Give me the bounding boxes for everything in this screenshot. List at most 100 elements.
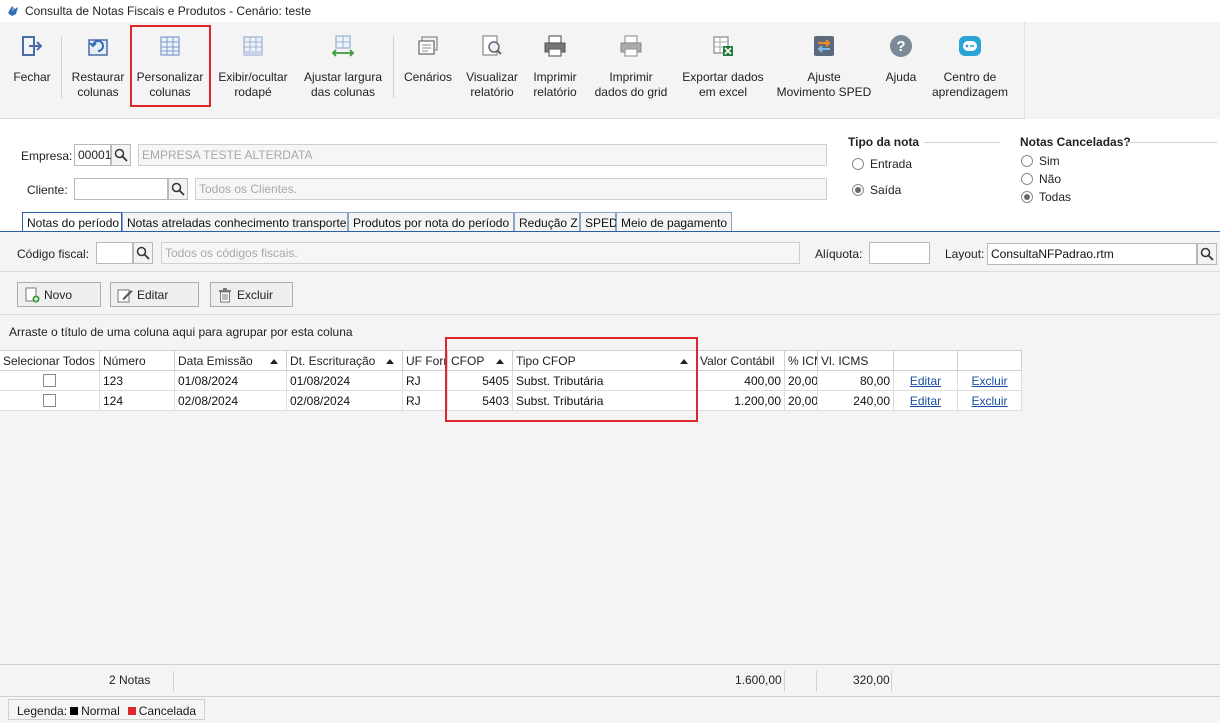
tab-sped[interactable]: SPED: [580, 212, 618, 232]
cell-dt-escrituracao: 02/08/2024: [287, 391, 403, 411]
codigo-fiscal-search-button[interactable]: [133, 242, 153, 264]
adjust-width-label-1: Ajustar largura: [303, 70, 383, 84]
radio-todas[interactable]: Todas: [1021, 190, 1071, 204]
radio-entrada[interactable]: Entrada: [852, 157, 912, 171]
search-icon: [136, 246, 150, 260]
notas-canceladas-title: Notas Canceladas?: [1020, 135, 1131, 149]
status-bar: Legenda: Normal Cancelada: [0, 696, 1220, 723]
row-edit-link[interactable]: Editar: [910, 374, 941, 388]
tab-meio-pagamento[interactable]: Meio de pagamento: [616, 212, 732, 232]
radio-entrada-label: Entrada: [870, 157, 913, 171]
cell-uf: RJ: [403, 371, 448, 391]
col-header-vl-icms[interactable]: Vl. ICMS: [818, 350, 894, 371]
new-button-label: Novo: [44, 287, 73, 302]
edit-icon: [117, 289, 133, 302]
aliquota-input[interactable]: [869, 242, 930, 264]
restore-columns-button[interactable]: Restaurar colunas: [67, 28, 129, 108]
col-header-numero[interactable]: Número: [100, 350, 175, 371]
cell-numero: 123: [100, 371, 175, 391]
radio-entrada-circle: [852, 158, 864, 170]
adjust-sped-label-2: Movimento SPED: [776, 85, 872, 99]
panel-divider: [0, 314, 1220, 315]
layout-search-button[interactable]: [1197, 243, 1217, 265]
help-button[interactable]: ? Ajuda: [880, 28, 922, 108]
print-grid-label-2: dados do grid: [594, 85, 668, 99]
adjust-width-button[interactable]: Ajustar largura das colunas: [301, 28, 385, 108]
adjust-width-label-2: das colunas: [310, 85, 376, 99]
tab-notas-atreladas[interactable]: Notas atreladas conhecimento transporte: [122, 212, 348, 232]
empresa-label: Empresa:: [21, 149, 73, 163]
footer-divider: [891, 671, 892, 691]
row-edit-link[interactable]: Editar: [910, 394, 941, 408]
sort-asc-icon: [270, 359, 278, 364]
grid-footer: 2 Notas 1.600,00 320,00: [0, 664, 1220, 696]
row-select-checkbox[interactable]: [43, 374, 56, 387]
row-delete-link[interactable]: Excluir: [971, 374, 1007, 388]
search-icon: [1200, 247, 1214, 261]
printer-grid-icon: [620, 35, 642, 57]
view-report-button[interactable]: Visualizar relatório: [462, 28, 522, 108]
tipo-nota-title: Tipo da nota: [848, 135, 920, 149]
learning-center-button[interactable]: Centro de aprendizagem: [930, 28, 1010, 108]
close-button[interactable]: Fechar: [10, 28, 54, 108]
empresa-search-button[interactable]: [111, 144, 131, 166]
codigo-fiscal-input[interactable]: [96, 242, 133, 264]
footer-divider: [173, 671, 174, 691]
view-report-label-2: relatório: [470, 85, 514, 99]
legend-cancelada-swatch: [127, 707, 136, 715]
footer-divider: [816, 671, 817, 691]
export-excel-label-1: Exportar dados: [682, 70, 764, 84]
row-select-checkbox[interactable]: [43, 394, 56, 407]
tab-reducao-z[interactable]: Redução Z: [514, 212, 580, 232]
tipo-nota-divider: [924, 142, 1000, 143]
toggle-footer-button[interactable]: Exibir/ocultar rodapé: [214, 28, 292, 108]
cliente-label: Cliente:: [27, 183, 68, 197]
print-grid-button[interactable]: Imprimir dados do grid: [592, 28, 670, 108]
col-header-dt-escrituracao[interactable]: Dt. Escrituração: [287, 350, 403, 371]
scenarios-button[interactable]: Cenários: [402, 28, 454, 108]
layout-input[interactable]: ConsultaNFPadrao.rtm: [987, 243, 1197, 265]
magnifier-report-icon: [482, 35, 502, 56]
scenarios-icon: [418, 36, 438, 55]
radio-saida[interactable]: Saída: [852, 183, 901, 197]
radio-sim-label: Sim: [1039, 154, 1060, 168]
app-icon: [8, 6, 18, 16]
radio-saida-circle: [852, 184, 864, 196]
print-grid-label-1: Imprimir: [609, 70, 653, 84]
cell-data-emissao: 01/08/2024: [175, 371, 287, 391]
radio-nao[interactable]: Não: [1021, 172, 1061, 186]
empresa-code-input[interactable]: 00001: [74, 144, 111, 166]
cliente-name-field: Todos os Clientes.: [195, 178, 827, 200]
cliente-code-input[interactable]: [74, 178, 168, 200]
radio-sim[interactable]: Sim: [1021, 154, 1060, 168]
new-button[interactable]: Novo: [17, 282, 101, 307]
col-header-valor-contabil[interactable]: Valor Contábil: [697, 350, 785, 371]
print-report-button[interactable]: Imprimir relatório: [527, 28, 583, 108]
window-title: Consulta de Notas Fiscais e Produtos - C…: [25, 4, 312, 18]
search-icon: [114, 148, 128, 162]
svg-text:?: ?: [896, 38, 905, 55]
adjust-sped-button[interactable]: Ajuste Movimento SPED: [776, 28, 872, 108]
col-header-pct-icms[interactable]: % ICMS: [785, 350, 818, 371]
col-header-uf[interactable]: UF Forn: [403, 350, 448, 371]
print-report-label-1: Imprimir: [533, 70, 577, 84]
tab-notas-periodo[interactable]: Notas do período: [22, 212, 122, 233]
export-excel-button[interactable]: Exportar dados em excel: [680, 28, 766, 108]
radio-sim-circle: [1021, 155, 1033, 167]
cliente-search-button[interactable]: [168, 178, 188, 200]
row-delete-link[interactable]: Excluir: [971, 394, 1007, 408]
tab-produtos-nota[interactable]: Produtos por nota do período: [348, 212, 514, 232]
col-header-data-emissao[interactable]: Data Emissão: [175, 350, 287, 371]
delete-button[interactable]: Excluir: [210, 282, 293, 307]
learning-center-label-2: aprendizagem: [931, 85, 1009, 99]
aliquota-label: Alíquota:: [815, 247, 863, 261]
cell-vl-icms: 240,00: [818, 391, 894, 411]
footer-total-valor: 1.600,00: [735, 673, 782, 687]
grid-footer-icon: [243, 36, 263, 56]
col-header-select-all[interactable]: Selecionar Todos: [0, 350, 100, 371]
close-label: Fechar: [13, 70, 51, 84]
help-icon: ?: [890, 35, 912, 57]
footer-divider: [784, 671, 785, 691]
legend-normal-swatch: [70, 707, 79, 715]
edit-button[interactable]: Editar: [110, 282, 199, 307]
